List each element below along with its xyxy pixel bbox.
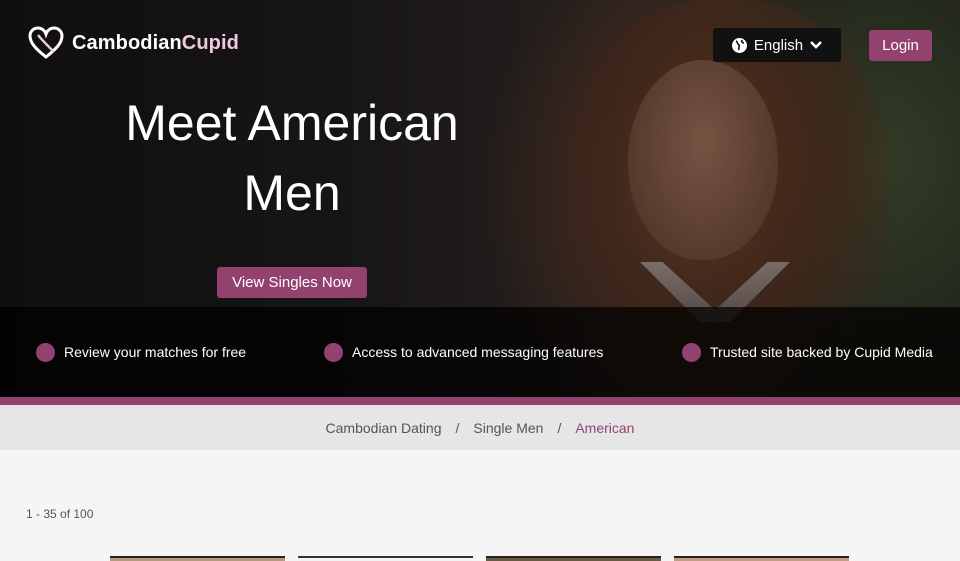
feature-label: Access to advanced messaging features (352, 344, 604, 360)
dot-icon (324, 342, 343, 362)
hero-headline: Meet American Men (92, 88, 492, 228)
language-label: English (753, 36, 804, 54)
feature-item: Trusted site backed by Cupid Media (682, 307, 933, 397)
profile-card[interactable] (298, 556, 473, 561)
profile-card[interactable] (110, 556, 285, 561)
feature-label: Trusted site backed by Cupid Media (710, 344, 933, 360)
dot-icon (36, 342, 55, 362)
logo-text: CambodianCupid (72, 32, 239, 55)
language-selector[interactable]: English (713, 28, 841, 62)
feature-label: Review your matches for free (64, 344, 247, 360)
breadcrumb-cambodian-dating[interactable]: Cambodian Dating (326, 420, 442, 436)
site-logo[interactable]: CambodianCupid (28, 26, 239, 60)
logo-text-part1: Cambodian (72, 31, 182, 54)
logo-text-part2: Cupid (181, 31, 239, 54)
breadcrumb: Cambodian Dating / Single Men / American (0, 405, 960, 450)
dot-icon (682, 342, 701, 362)
breadcrumb-single-men[interactable]: Single Men (473, 420, 543, 436)
hero-banner: CambodianCupid English Login Meet Americ… (0, 0, 960, 397)
breadcrumb-separator: / (557, 419, 562, 436)
feature-band: Review your matches for free Access to a… (0, 307, 960, 397)
accent-divider (0, 397, 960, 405)
hero-headline-line2: Men (243, 165, 341, 221)
login-button[interactable]: Login (869, 30, 932, 61)
feature-item: Review your matches for free (36, 307, 246, 397)
results-section: 1 - 35 of 100 (0, 450, 960, 561)
breadcrumb-current: American (575, 419, 635, 436)
hero-headline-line1: Meet American (125, 95, 459, 151)
feature-item: Access to advanced messaging features (324, 307, 603, 397)
heart-logo-icon (28, 26, 64, 59)
globe-icon (731, 37, 747, 53)
chevron-down-icon (810, 41, 823, 49)
results-count: 1 - 35 of 100 (26, 507, 94, 521)
profile-card[interactable] (674, 556, 849, 561)
profile-card[interactable] (486, 556, 661, 561)
view-singles-button[interactable]: View Singles Now (217, 267, 367, 298)
breadcrumb-separator: / (455, 419, 460, 436)
